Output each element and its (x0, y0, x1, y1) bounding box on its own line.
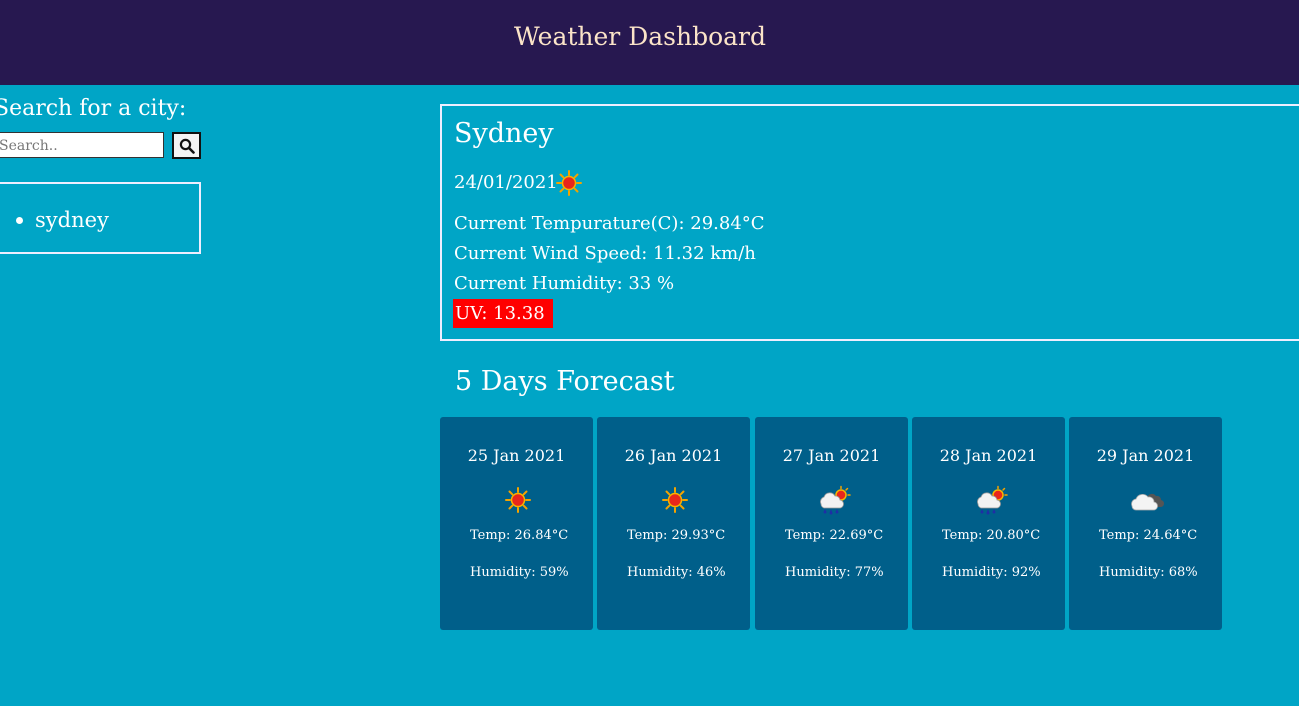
app-header: Weather Dashboard (0, 0, 1299, 85)
search-icon (179, 138, 195, 154)
forecast-humidity: Humidity: 59% (470, 565, 569, 580)
forecast-humidity: Humidity: 92% (942, 565, 1041, 580)
forecast-heading: 5 Days Forecast (455, 366, 675, 397)
forecast-temp: Temp: 24.64°C (1099, 528, 1198, 543)
forecast-temp: Temp: 22.69°C (785, 528, 884, 543)
page-title: Weather Dashboard (514, 22, 766, 51)
forecast-date: 27 Jan 2021 (782, 446, 881, 465)
search-button[interactable] (172, 132, 201, 159)
forecast-temp: Temp: 20.80°C (942, 528, 1041, 543)
forecast-date: 25 Jan 2021 (467, 446, 566, 465)
search-history: sydney (0, 182, 201, 254)
current-date: 24/01/2021 (454, 172, 558, 193)
search-input[interactable]: Search.. (0, 132, 164, 158)
forecast-card: 25 Jan 2021 Temp: 26.84°C Humidity: 59% (440, 417, 593, 630)
current-weather-panel: Sydney 24/01/2021 Current Tempurature(C)… (440, 104, 1299, 341)
forecast-card: 28 Jan 2021 Temp: 20.80°C Humidity: 92% (912, 417, 1065, 630)
search-label: Search for a city: (0, 96, 187, 121)
forecast-card: 27 Jan 2021 Temp: 22.69°C Humidity: 77% (755, 417, 908, 630)
current-temperature: Current Tempurature(C): 29.84°C (454, 213, 765, 234)
city-name: Sydney (454, 118, 554, 149)
rain-sun-icon (977, 485, 1008, 515)
forecast-temp: Temp: 26.84°C (470, 528, 569, 543)
forecast-card: 26 Jan 2021 Temp: 29.93°C Humidity: 46% (597, 417, 750, 630)
forecast-temp: Temp: 29.93°C (627, 528, 726, 543)
forecast-date: 28 Jan 2021 (939, 446, 1038, 465)
uv-index-badge: UV: 13.38 (453, 299, 553, 328)
forecast-humidity: Humidity: 68% (1099, 565, 1198, 580)
history-item-sydney[interactable]: sydney (16, 208, 109, 232)
current-humidity: Current Humidity: 33 % (454, 273, 675, 294)
history-item-label: sydney (35, 208, 109, 232)
forecast-humidity: Humidity: 77% (785, 565, 884, 580)
sun-icon (556, 170, 582, 196)
forecast-date: 29 Jan 2021 (1096, 446, 1195, 465)
current-wind-speed: Current Wind Speed: 11.32 km/h (454, 243, 756, 264)
forecast-humidity: Humidity: 46% (627, 565, 726, 580)
rain-sun-icon (820, 485, 851, 515)
forecast-card: 29 Jan 2021 Temp: 24.64°C Humidity: 68% (1069, 417, 1222, 630)
bullet-icon (16, 216, 23, 224)
sun-icon (505, 487, 531, 513)
forecast-date: 26 Jan 2021 (624, 446, 723, 465)
cloud-icon (1131, 493, 1165, 511)
sun-icon (662, 487, 688, 513)
